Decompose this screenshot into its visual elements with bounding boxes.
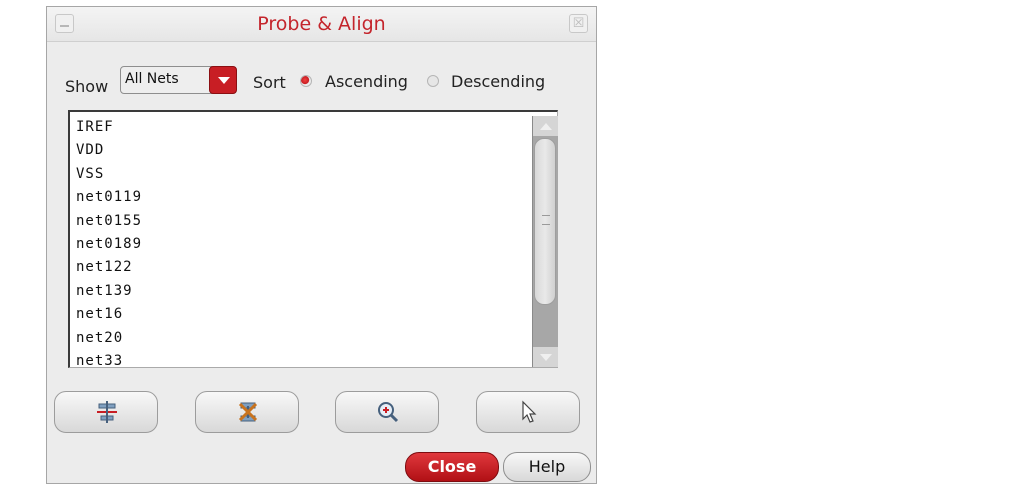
net-list-item[interactable]: VSS xyxy=(76,163,557,186)
net-list-item[interactable]: net20 xyxy=(76,327,557,350)
net-list-item[interactable]: net16 xyxy=(76,303,557,326)
net-list-item[interactable]: net0155 xyxy=(76,210,557,233)
sort-ascending-label[interactable]: Ascending xyxy=(325,72,408,91)
sort-ascending-radio[interactable] xyxy=(300,75,312,87)
close-button-label: Close xyxy=(427,457,477,476)
select-pointer-icon xyxy=(522,400,537,423)
sort-label: Sort xyxy=(253,73,286,92)
net-list-item[interactable]: net139 xyxy=(76,280,557,303)
zoom-to-probe-button[interactable] xyxy=(335,391,439,433)
show-dropdown-value: All Nets xyxy=(125,71,179,87)
net-list-item[interactable]: net33 xyxy=(76,350,557,367)
sort-descending-label[interactable]: Descending xyxy=(451,72,545,91)
net-list[interactable]: IREF VDD VSS net0119 net0155 net0189 net122 net… xyxy=(68,110,558,368)
delete-probe-icon xyxy=(238,402,258,422)
help-button-label: Help xyxy=(528,457,566,476)
align-icon xyxy=(97,401,117,423)
chevron-down-icon[interactable] xyxy=(209,66,237,94)
scroll-down-icon[interactable] xyxy=(533,347,558,367)
align-button[interactable] xyxy=(54,391,158,433)
show-label: Show xyxy=(65,77,109,96)
net-list-scrollbar[interactable] xyxy=(532,116,558,367)
net-list-item[interactable]: IREF xyxy=(76,116,557,139)
sort-descending-radio[interactable] xyxy=(427,75,439,87)
close-button[interactable]: Close xyxy=(405,452,499,482)
delete-probe-button[interactable] xyxy=(195,391,299,433)
scroll-thumb[interactable] xyxy=(534,138,556,305)
show-dropdown[interactable]: All Nets xyxy=(120,66,237,94)
help-button[interactable]: Help xyxy=(503,452,591,482)
net-list-item[interactable]: VDD xyxy=(76,139,557,162)
net-list-item[interactable]: net0189 xyxy=(76,233,557,256)
window-title: Probe & Align xyxy=(257,13,386,35)
scroll-up-icon[interactable] xyxy=(533,116,558,136)
select-pointer-button[interactable] xyxy=(476,391,580,433)
net-list-item[interactable]: net122 xyxy=(76,256,557,279)
probe-align-dialog: Probe & Align ☒ Show All Nets Sort Ascen… xyxy=(46,6,597,484)
title-bar[interactable]: Probe & Align ☒ xyxy=(47,7,596,42)
close-window-button[interactable]: ☒ xyxy=(569,14,588,33)
zoom-icon xyxy=(378,402,399,423)
net-list-item[interactable]: net0119 xyxy=(76,186,557,209)
